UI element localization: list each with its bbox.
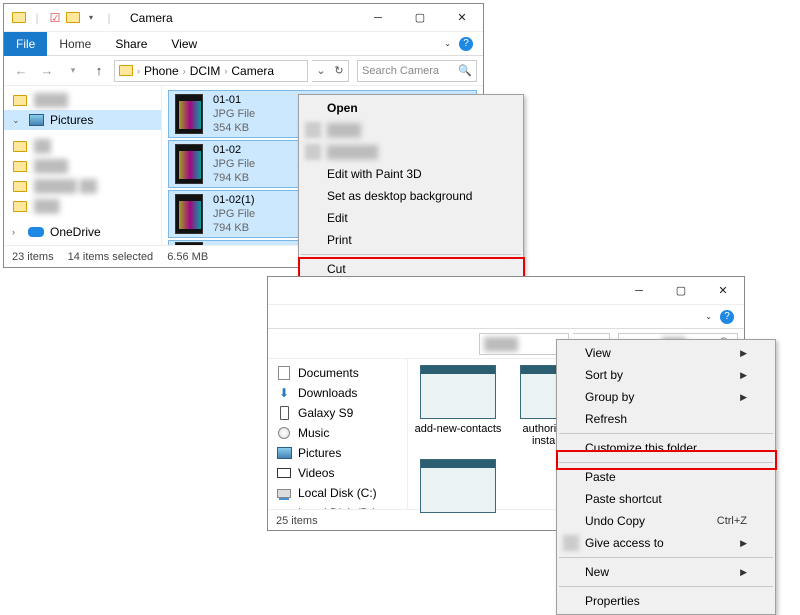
qat-separator: | [102,11,116,25]
help-icon[interactable]: ? [459,37,473,51]
ctx-open[interactable]: Open [299,97,523,119]
sidebar-item-galaxy[interactable]: Galaxy S9 [268,403,407,423]
breadcrumb[interactable]: Camera [231,64,274,78]
sidebar-item-folder[interactable]: ███ [4,196,161,216]
sidebar-item-diskc[interactable]: Local Disk (C:) [268,483,407,503]
sidebar-item-music[interactable]: Music [268,423,407,443]
ctx-item-hidden[interactable]: ██████ [299,141,523,163]
close-button[interactable]: ✕ [702,277,744,305]
nav-pane: ████ ⌄Pictures ██ ████ █████ ██ ███ ›One… [4,86,162,245]
ribbon-expand-icon[interactable]: ⌄ [444,39,451,48]
forward-button[interactable]: → [36,60,58,82]
ctx-refresh[interactable]: Refresh [557,408,775,430]
file-thumbnail [175,94,203,134]
address-dropdown-icon[interactable]: ⌄ [312,64,330,77]
ctx-customize[interactable]: Customize this folder... [557,437,775,459]
sidebar-item-documents[interactable]: Documents [268,363,407,383]
back-button[interactable]: ← [10,60,32,82]
address-bar[interactable]: › Phone › DCIM › Camera [114,60,308,82]
ctx-edit[interactable]: Edit [299,207,523,229]
ctx-item-hidden[interactable]: ████ [299,119,523,141]
grid-item[interactable] [414,459,502,513]
file-thumbnail [420,365,496,419]
search-icon[interactable]: 🔍 [458,64,472,77]
close-button[interactable]: ✕ [441,4,483,32]
status-items: 23 items [12,251,54,263]
breadcrumb[interactable]: DCIM [190,64,221,78]
status-selected: 14 items selected [68,251,154,263]
ctx-print[interactable]: Print [299,229,523,251]
titlebar[interactable]: ─ ▢ ✕ [268,277,744,305]
sidebar-item-pictures[interactable]: ⌄Pictures [4,110,161,130]
context-menu-background: View▶ Sort by▶ Group by▶ Refresh Customi… [556,339,776,615]
up-button[interactable]: ↑ [88,60,110,82]
qat-separator: | [30,11,44,25]
sidebar-item-folder[interactable]: ██ [4,136,161,156]
file-thumbnail [175,242,203,245]
tab-share[interactable]: Share [103,32,159,56]
minimize-button[interactable]: ─ [618,277,660,305]
ribbon: File Home Share View ⌄ ? [4,32,483,56]
sidebar-item-onedrive[interactable]: ›OneDrive [4,222,161,242]
breadcrumb[interactable]: Phone [144,64,179,78]
ctx-paste[interactable]: Paste [557,466,775,488]
grid-item[interactable]: add-new-contacts [414,365,502,447]
maximize-button[interactable]: ▢ [660,277,702,305]
minimize-button[interactable]: ─ [357,4,399,32]
window-title: Camera [124,11,357,25]
search-input[interactable]: Search Camera 🔍 [357,60,477,82]
qat-properties-icon[interactable]: ☑ [48,11,62,25]
ribbon-expand-icon[interactable]: ⌄ [705,312,712,321]
ctx-give-access[interactable]: Give access to▶ [557,532,775,554]
separator [559,557,773,558]
maximize-button[interactable]: ▢ [399,4,441,32]
address-bar-row: ← → ▾ ↑ › Phone › DCIM › Camera ⌄ ↻ Sear… [4,56,483,86]
sidebar-item-folder[interactable]: ████ [4,156,161,176]
qat-new-folder-icon[interactable] [66,11,80,25]
qat-dropdown-icon[interactable]: ▾ [84,11,98,25]
status-size: 6.56 MB [167,251,208,263]
ctx-view[interactable]: View▶ [557,342,775,364]
folder-icon [119,65,133,76]
separator [559,433,773,434]
sidebar-item-folder[interactable]: █████ ██ [4,176,161,196]
sidebar-item-diskd[interactable]: Local Disk (D:) [268,503,407,509]
tab-view[interactable]: View [159,32,209,56]
ctx-properties[interactable]: Properties [557,590,775,612]
separator [559,462,773,463]
nav-pane: Documents ⬇Downloads Galaxy S9 Music Pic… [268,359,408,509]
titlebar[interactable]: | ☑ ▾ | Camera ─ ▢ ✕ [4,4,483,32]
file-thumbnail [175,194,203,234]
status-items: 25 items [276,515,318,527]
ctx-groupby[interactable]: Group by▶ [557,386,775,408]
tab-file[interactable]: File [4,32,47,56]
sidebar-item-videos[interactable]: Videos [268,463,407,483]
separator [301,254,521,255]
separator [559,586,773,587]
search-placeholder: Search Camera [362,65,439,77]
ctx-undo-copy[interactable]: Undo CopyCtrl+Z [557,510,775,532]
folder-icon [12,11,26,25]
file-thumbnail [420,459,496,513]
recent-dropdown[interactable]: ▾ [62,60,84,82]
help-icon[interactable]: ? [720,310,734,324]
ctx-new[interactable]: New▶ [557,561,775,583]
refresh-icon[interactable]: ↻ [330,64,348,77]
ctx-paste-shortcut[interactable]: Paste shortcut [557,488,775,510]
sidebar-item-pictures[interactable]: Pictures [268,443,407,463]
sidebar-item-downloads[interactable]: ⬇Downloads [268,383,407,403]
ctx-sortby[interactable]: Sort by▶ [557,364,775,386]
file-thumbnail [175,144,203,184]
ctx-edit-paint3d[interactable]: Edit with Paint 3D [299,163,523,185]
tab-home[interactable]: Home [47,32,103,56]
sidebar-item-folder[interactable]: ████ [4,90,161,110]
ctx-set-desktop-bg[interactable]: Set as desktop background [299,185,523,207]
